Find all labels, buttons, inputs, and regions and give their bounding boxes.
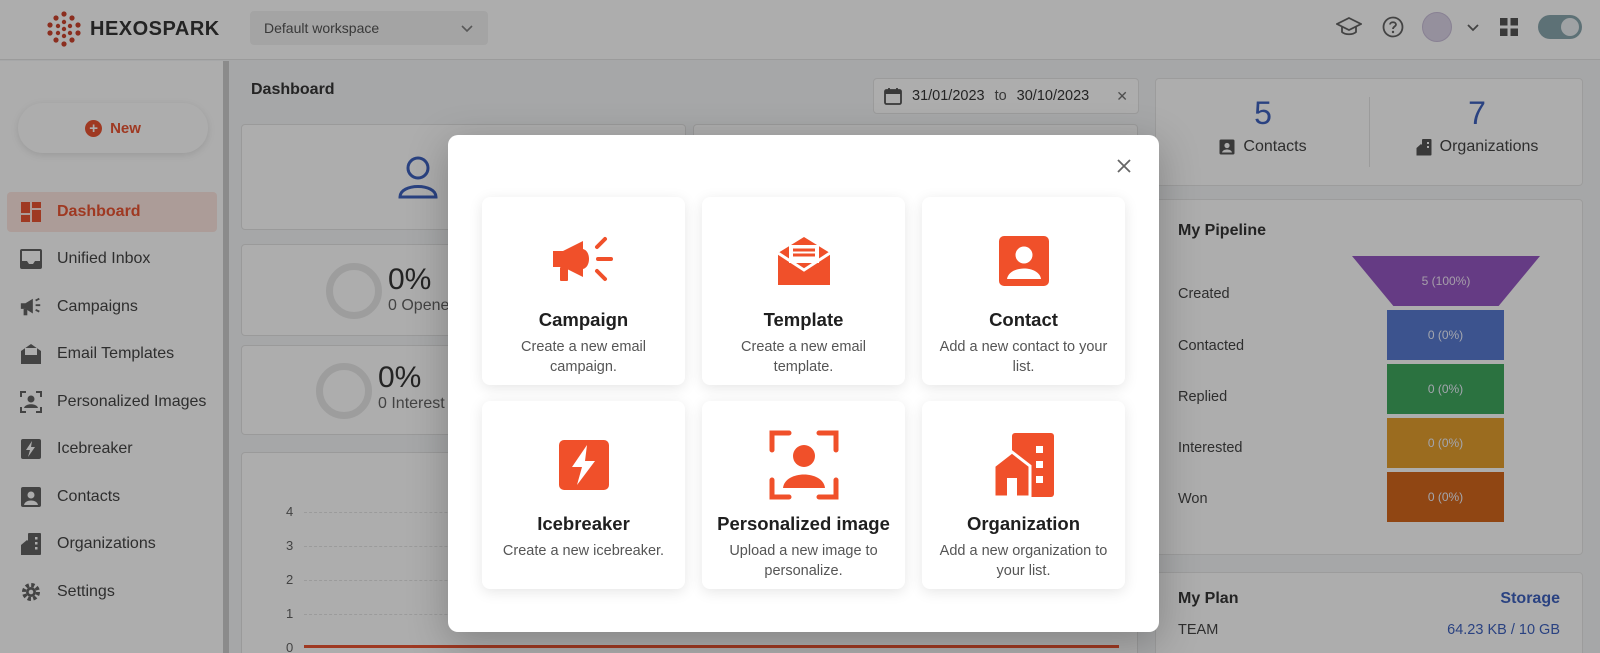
tile-title: Icebreaker xyxy=(537,513,630,534)
tile-title: Organization xyxy=(966,513,1081,534)
close-icon[interactable] xyxy=(1111,153,1137,179)
organization-icon xyxy=(922,425,1125,505)
create-personalized-image-tile[interactable]: Personalized image Upload a new image to… xyxy=(702,401,905,589)
create-template-tile[interactable]: Template Create a new email template. xyxy=(702,197,905,385)
create-contact-tile[interactable]: Contact Add a new contact to your list. xyxy=(922,197,1125,385)
icebreaker-icon xyxy=(482,425,685,505)
create-organization-tile[interactable]: Organization Add a new organization to y… xyxy=(922,401,1125,589)
tile-description: Create a new icebreaker. xyxy=(502,543,665,559)
tile-title: Contact xyxy=(989,309,1058,330)
tile-description: Upload a new image to personalize. xyxy=(729,543,878,579)
contact-icon xyxy=(922,221,1125,301)
tile-description: Add a new contact to your list. xyxy=(939,339,1108,375)
create-campaign-tile[interactable]: Campaign Create a new email campaign. xyxy=(482,197,685,385)
tile-title: Personalized image xyxy=(717,513,890,534)
tile-description: Add a new organization to your list. xyxy=(939,543,1108,579)
tile-description: Create a new email template. xyxy=(741,339,866,375)
megaphone-icon xyxy=(482,221,685,301)
tile-title: Template xyxy=(763,309,844,330)
create-new-modal: Campaign Create a new email campaign. Te… xyxy=(448,135,1159,632)
email-template-icon xyxy=(702,221,905,301)
create-icebreaker-tile[interactable]: Icebreaker Create a new icebreaker. xyxy=(482,401,685,589)
tile-title: Campaign xyxy=(538,309,629,330)
tile-description: Create a new email campaign. xyxy=(521,339,646,375)
personalized-image-icon xyxy=(702,425,905,505)
